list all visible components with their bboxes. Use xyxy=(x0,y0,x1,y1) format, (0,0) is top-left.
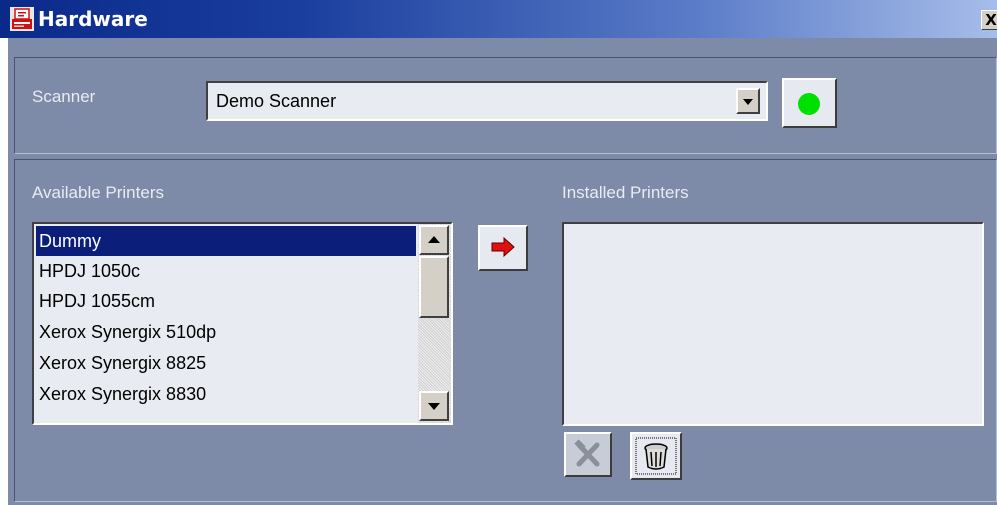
list-item[interactable]: Xerox Synergix 8825 xyxy=(36,348,416,378)
scroll-down-button[interactable] xyxy=(419,391,449,421)
title-bar: Hardware X xyxy=(0,0,997,38)
list-item[interactable]: Dummy xyxy=(36,226,416,256)
scanner-status-button[interactable] xyxy=(782,78,837,128)
close-button[interactable]: X xyxy=(981,10,997,30)
configure-printer-button[interactable] xyxy=(564,432,612,477)
scroll-up-button[interactable] xyxy=(419,225,449,255)
chevron-down-icon xyxy=(743,99,753,105)
window-title: Hardware xyxy=(38,7,148,31)
trash-icon xyxy=(635,437,677,475)
list-item[interactable]: Xerox Synergix 510dp xyxy=(36,317,416,347)
scanner-dropdown[interactable]: Demo Scanner xyxy=(206,81,768,121)
chevron-up-icon xyxy=(428,236,440,243)
scanner-dropdown-value: Demo Scanner xyxy=(216,91,337,111)
list-item[interactable]: HPDJ 1050c xyxy=(36,256,416,286)
dropdown-arrow-button[interactable] xyxy=(736,88,760,114)
list-item[interactable]: Xerox Synergix 8830 xyxy=(36,379,416,409)
printer-app-icon xyxy=(10,7,34,31)
chevron-down-icon xyxy=(428,403,440,410)
status-indicator-icon xyxy=(798,93,820,115)
add-printer-button[interactable] xyxy=(478,225,528,271)
vertical-scrollbar[interactable] xyxy=(418,224,451,423)
tools-icon xyxy=(574,439,600,467)
scroll-thumb[interactable] xyxy=(419,256,449,318)
installed-printers-label: Installed Printers xyxy=(562,183,689,202)
scanner-label: Scanner xyxy=(32,87,96,106)
list-item[interactable]: HPDJ 1055cm xyxy=(36,286,416,316)
remove-printer-button[interactable] xyxy=(630,432,682,480)
available-printers-list[interactable]: Dummy HPDJ 1050c HPDJ 1055cm Xerox Syner… xyxy=(32,222,453,425)
available-printers-label: Available Printers xyxy=(32,183,164,202)
installed-printers-list[interactable] xyxy=(562,222,984,426)
right-arrow-icon xyxy=(491,236,515,258)
